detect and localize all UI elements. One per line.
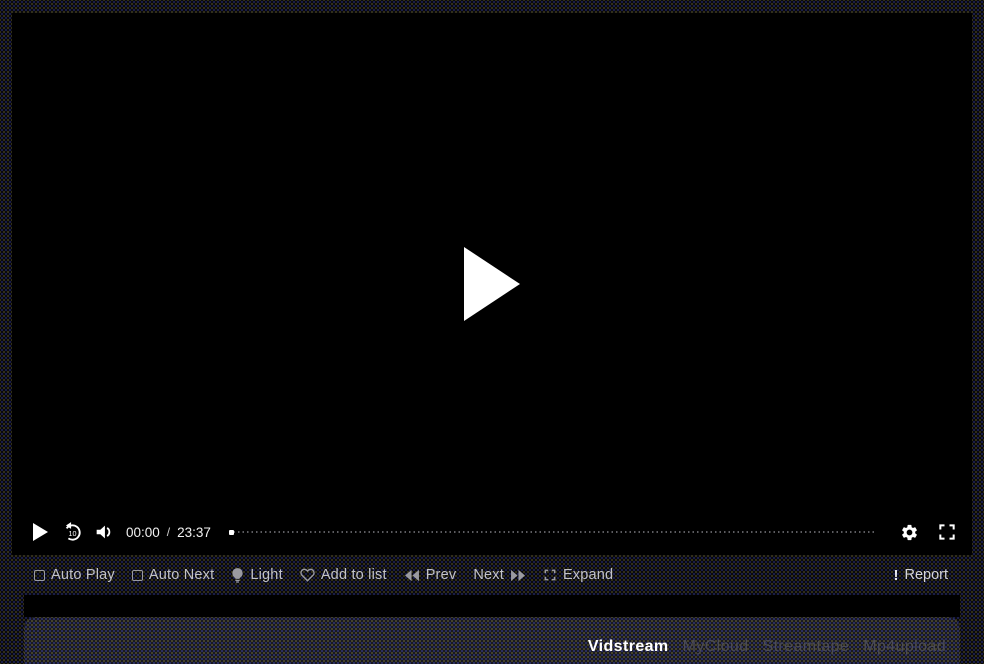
checkbox-icon [34,570,45,581]
server-tab-mycloud[interactable]: MyCloud [683,638,749,656]
server-panel: Vidstream MyCloud Streamtape Mp4upload [24,617,960,664]
expand-label: Expand [563,567,613,583]
time-separator: / [167,525,170,539]
light-label: Light [250,567,282,583]
rewind-10-icon: 10 [61,521,84,544]
player-toolbar: Auto Play Auto Next Light Add to l [24,555,960,595]
big-play-button[interactable] [464,247,520,321]
play-button[interactable] [24,516,56,548]
player-control-bar: 10 00:00 / 23:37 [12,509,972,555]
double-arrow-right-icon [510,569,526,582]
play-icon [33,523,48,541]
checkbox-icon [132,570,143,581]
expand-icon [543,568,557,582]
svg-text:10: 10 [68,529,76,537]
auto-next-label: Auto Next [149,567,214,583]
fullscreen-button[interactable] [934,516,960,548]
seek-bar[interactable] [229,527,874,537]
server-tab-mp4upload[interactable]: Mp4upload [863,638,946,656]
volume-button[interactable] [88,516,120,548]
prev-label: Prev [426,567,457,583]
toolbar-item-next[interactable]: Next [473,567,526,583]
report-button[interactable]: ! Report [893,567,948,584]
toolbar-item-expand[interactable]: Expand [543,567,613,583]
toolbar-item-add-to-list[interactable]: Add to list [300,567,387,583]
report-label: Report [904,567,948,583]
video-player: 10 00:00 / 23:37 [12,13,972,555]
duration: 23:37 [177,525,211,540]
seek-track [229,531,874,533]
volume-icon [93,521,115,543]
seek-playhead[interactable] [229,530,234,535]
settings-button[interactable] [896,516,922,548]
time-display: 00:00 / 23:37 [126,525,211,540]
double-arrow-left-icon [404,569,420,582]
current-time: 00:00 [126,525,160,540]
server-tab-streamtape[interactable]: Streamtape [763,638,850,656]
toolbar-item-prev[interactable]: Prev [404,567,457,583]
add-to-list-label: Add to list [321,567,387,583]
toolbar-item-auto-next[interactable]: Auto Next [132,567,214,583]
toolbar-item-light[interactable]: Light [231,567,282,583]
gear-icon [900,523,919,542]
lightbulb-icon [231,568,244,583]
exclamation-icon: ! [893,567,898,584]
rewind-10-button[interactable]: 10 [56,516,88,548]
next-label: Next [473,567,504,583]
heart-icon [300,568,315,582]
toolbar-item-auto-play[interactable]: Auto Play [34,567,115,583]
server-tab-vidstream[interactable]: Vidstream [588,638,669,656]
fullscreen-icon [937,522,957,542]
page: 10 00:00 / 23:37 [0,0,984,664]
auto-play-label: Auto Play [51,567,115,583]
player-bottom-band [24,595,960,617]
